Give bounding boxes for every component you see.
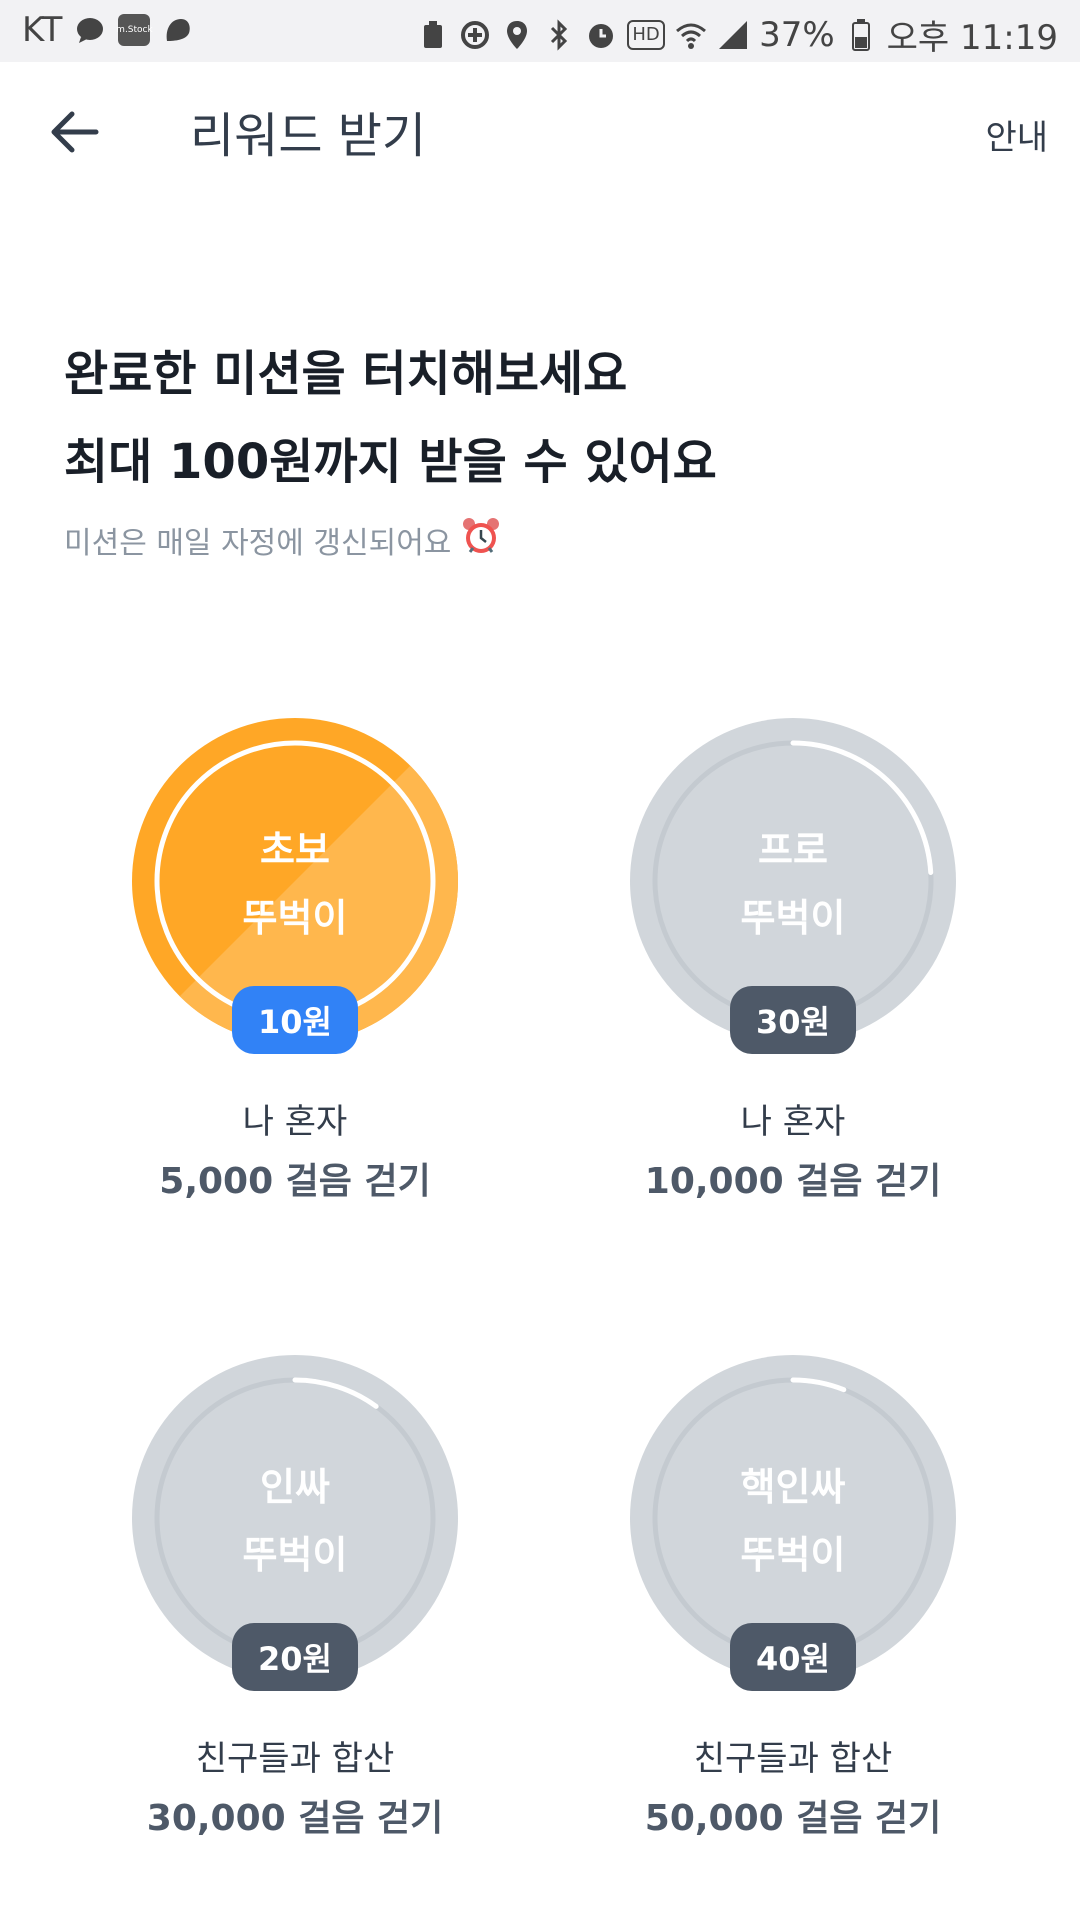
mission-goal: 5,000 걸음 걷기 (159, 1161, 431, 1202)
battery-saver-icon (417, 19, 449, 51)
refresh-notice: 미션은 매일 자정에 갱신되어요 (64, 516, 501, 564)
mission-goal: 30,000 걸음 걷기 (146, 1798, 444, 1839)
data-saver-icon (459, 19, 491, 51)
chat-icon (162, 14, 194, 46)
mstock-icon: m.Stock (116, 14, 153, 46)
bluetooth-icon (543, 18, 575, 51)
app-bar: 리워드 받기 안내 (0, 62, 1080, 202)
mission-badge-circle: 인싸 뚜벅이 20원 (132, 1355, 458, 1691)
hd-icon: HD (627, 19, 666, 50)
mission-name-line-1: 초보 (260, 828, 330, 872)
mission-scope: 친구들과 합산 (195, 1739, 395, 1779)
wifi-icon (675, 19, 707, 51)
signal-icon (717, 19, 749, 51)
mission-name-line-1: 인싸 (260, 1465, 330, 1509)
mission-name-line-2: 뚜벅이 (740, 896, 846, 940)
mission-scope: 나 혼자 (242, 1102, 348, 1142)
reward-badge: 40원 (730, 1623, 856, 1691)
mission-name-line-1: 핵인싸 (740, 1465, 846, 1509)
mission-name-line-2: 뚜벅이 (242, 1533, 348, 1577)
back-button[interactable] (46, 104, 106, 160)
reward-badge: 20원 (232, 1623, 358, 1691)
mission-scope: 나 혼자 (740, 1102, 846, 1142)
clock-time: 오후 11:19 (886, 18, 1058, 58)
refresh-notice-text: 미션은 매일 자정에 갱신되어요 (64, 526, 452, 561)
mission-goal: 10,000 걸음 걷기 (644, 1161, 942, 1202)
headline-line-2: 최대 100원까지 받을 수 있어요 (64, 434, 717, 490)
headline-line-1: 완료한 미션을 터치해보세요 (64, 346, 628, 402)
page-title: 리워드 받기 (190, 108, 427, 164)
mission-badge-circle: 프로 뚜벅이 30원 (630, 718, 956, 1054)
mission-badge-circle: 초보 뚜벅이 10원 (132, 718, 458, 1054)
reward-badge: 10원 (232, 986, 358, 1054)
message-icon (74, 14, 106, 46)
headline: 완료한 미션을 터치해보세요 최대 100원까지 받을 수 있어요 (64, 330, 717, 506)
mission-name-line-1: 프로 (758, 828, 828, 872)
guide-button[interactable]: 안내 (985, 110, 1048, 159)
battery-percent: 37% (759, 14, 835, 55)
reward-badge: 30원 (730, 986, 856, 1054)
mission-goal: 50,000 걸음 걷기 (644, 1798, 942, 1839)
mission-name-line-2: 뚜벅이 (740, 1533, 846, 1577)
mission-card-pro-walker[interactable]: 프로 뚜벅이 30원 나 혼자 10,000 걸음 걷기 (580, 718, 1000, 1238)
mission-scope: 친구들과 합산 (693, 1739, 893, 1779)
status-bar: KT m.Stock HD 37% 오후 11:19 (0, 0, 1080, 62)
location-icon (501, 19, 533, 51)
mission-card-super-insider-walker[interactable]: 핵인싸 뚜벅이 40원 친구들과 합산 50,000 걸음 걷기 (580, 1355, 1000, 1875)
mission-card-beginner-walker[interactable]: 초보 뚜벅이 10원 나 혼자 5,000 걸음 걷기 (82, 718, 502, 1238)
mission-card-insider-walker[interactable]: 인싸 뚜벅이 20원 친구들과 합산 30,000 걸음 걷기 (82, 1355, 502, 1875)
carrier-label: KT (22, 10, 63, 50)
alarm-clock-icon (461, 516, 501, 564)
mission-badge-circle: 핵인싸 뚜벅이 40원 (630, 1355, 956, 1691)
arrow-left-icon (51, 111, 99, 153)
battery-icon (845, 18, 877, 51)
mission-name-line-2: 뚜벅이 (242, 896, 348, 940)
alarm-icon (585, 19, 617, 51)
